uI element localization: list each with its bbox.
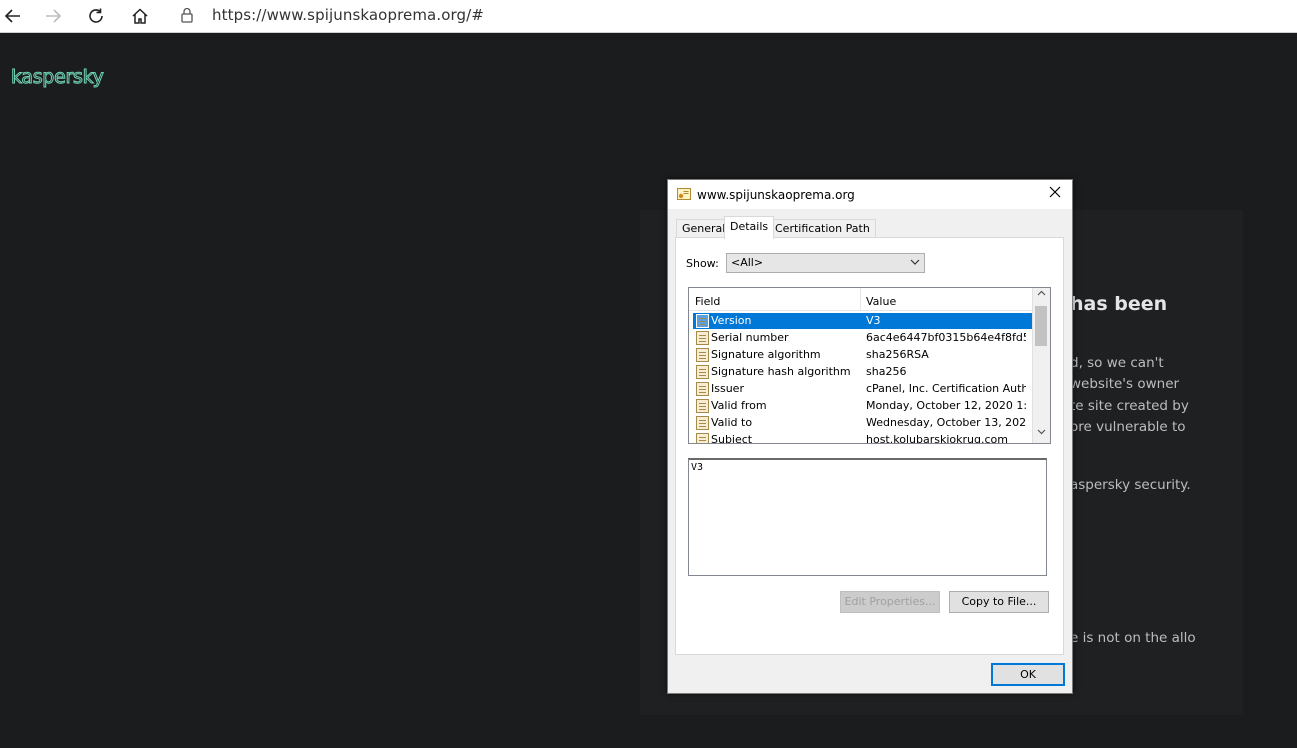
scrollbar-thumb[interactable] — [1035, 306, 1047, 346]
lock-icon[interactable] — [180, 7, 194, 28]
list-scrollbar[interactable] — [1032, 288, 1050, 443]
field-value: 6ac4e6447bf0315b64e4f8fd5f... — [866, 331, 1026, 344]
field-value: Wednesday, October 13, 202... — [866, 416, 1026, 429]
field-name: Signature algorithm — [711, 348, 821, 361]
field-value: sha256 — [866, 365, 907, 378]
list-item[interactable]: Subject host.kolubarskiokrug.com — [693, 432, 1032, 444]
field-name: Serial number — [711, 331, 789, 344]
list-item[interactable]: Signature hash algorithm sha256 — [693, 364, 1032, 380]
scroll-up-icon[interactable] — [1033, 288, 1050, 305]
list-item[interactable]: Valid to Wednesday, October 13, 202... — [693, 415, 1032, 431]
list-item[interactable]: Valid from Monday, October 12, 2020 1:..… — [693, 398, 1032, 414]
warning-text-line: ore vulnerable to — [1070, 419, 1186, 435]
certificate-dialog: www.spijunskaoprema.org General Details … — [667, 179, 1073, 694]
show-select[interactable]: <All> — [726, 253, 925, 273]
tab-certification-path[interactable]: Certification Path — [769, 219, 876, 238]
warning-heading: has been — [1070, 293, 1168, 315]
field-name: Issuer — [711, 382, 744, 395]
edit-properties-button[interactable]: Edit Properties... — [840, 591, 940, 613]
field-icon — [696, 382, 709, 396]
chevron-down-icon — [910, 255, 920, 275]
address-bar[interactable]: https://www.spijunskaoprema.org/# — [212, 6, 484, 24]
tab-details[interactable]: Details — [724, 216, 775, 239]
field-name: Signature hash algorithm — [711, 365, 851, 378]
list-header: Field Value — [689, 288, 1033, 311]
refresh-icon[interactable] — [83, 3, 109, 29]
back-icon[interactable] — [0, 3, 26, 29]
ok-button[interactable]: OK — [991, 663, 1065, 686]
field-list[interactable]: Field Value Version V3 Serial number 6ac… — [688, 287, 1051, 444]
field-icon — [696, 433, 709, 443]
list-item[interactable]: Signature algorithm sha256RSA — [693, 347, 1032, 363]
warning-text-line: aspersky security. — [1070, 477, 1191, 493]
details-tab-panel: Show: <All> Field Value Version V3 Seria… — [675, 237, 1064, 655]
forward-icon[interactable] — [40, 3, 66, 29]
browser-toolbar: https://www.spijunskaoprema.org/# — [0, 0, 1297, 33]
field-icon — [696, 365, 709, 379]
show-select-value: <All> — [731, 256, 764, 269]
copy-to-file-button[interactable]: Copy to File... — [949, 591, 1049, 613]
warning-text-line: e is not on the allo — [1070, 630, 1196, 646]
field-icon — [696, 331, 709, 345]
field-icon — [696, 416, 709, 430]
field-name: Valid from — [711, 399, 767, 412]
list-item[interactable]: Version V3 — [693, 313, 1032, 329]
field-icon — [696, 314, 709, 328]
field-detail-textbox[interactable]: V3 — [688, 458, 1047, 576]
home-icon[interactable] — [127, 3, 153, 29]
field-value: cPanel, Inc. Certification Auth... — [866, 382, 1026, 395]
list-item[interactable]: Issuer cPanel, Inc. Certification Auth..… — [693, 381, 1032, 397]
field-name: Valid to — [711, 416, 753, 429]
column-header-field[interactable]: Field — [695, 295, 720, 308]
field-icon — [696, 348, 709, 362]
field-name: Subject — [711, 433, 753, 444]
certificate-icon — [677, 188, 691, 201]
show-label: Show: — [686, 257, 719, 270]
field-value: Monday, October 12, 2020 1:... — [866, 399, 1026, 412]
close-icon[interactable] — [1046, 185, 1064, 203]
dialog-titlebar: www.spijunskaoprema.org — [668, 180, 1072, 209]
warning-text-line: website's owner — [1070, 376, 1180, 392]
kaspersky-logo: kaspersky — [11, 66, 105, 89]
field-value: host.kolubarskiokrug.com — [866, 433, 1008, 444]
field-value: sha256RSA — [866, 348, 929, 361]
list-item[interactable]: Serial number 6ac4e6447bf0315b64e4f8fd5f… — [693, 330, 1032, 346]
field-icon — [696, 399, 709, 413]
field-value: V3 — [866, 314, 881, 327]
column-header-value[interactable]: Value — [866, 295, 896, 308]
warning-text-line: te site created by — [1070, 398, 1189, 414]
field-name: Version — [711, 314, 752, 327]
column-divider[interactable] — [860, 288, 861, 310]
dialog-title: www.spijunskaoprema.org — [697, 188, 855, 202]
scroll-down-icon[interactable] — [1033, 426, 1050, 443]
warning-text-line: d, so we can't — [1070, 355, 1164, 371]
